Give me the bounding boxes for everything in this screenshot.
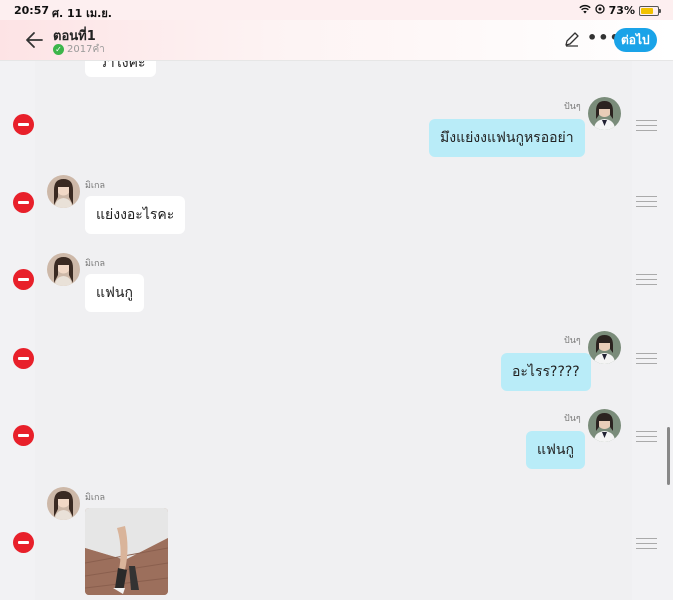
back-arrow-icon [26,32,43,48]
word-count: 2017คำ [67,44,105,55]
header: ตอนที่1 ✓ 2017คำ ••• ต่อไป [0,20,673,61]
status-bar: 20:57 ศ. 11 เม.ย. 73% [0,0,673,20]
delete-message-button[interactable] [13,114,34,135]
message-photo[interactable] [85,508,168,595]
message-bubble: มึงแย่งงแฟนกูหรออย่า [429,119,585,157]
drag-handle[interactable] [636,274,657,285]
status-time: 20:57 [14,4,50,17]
sender-name: ปันๆ [564,102,581,112]
avatar [588,97,621,130]
battery-icon [639,5,661,16]
location-icon [595,4,605,17]
delete-message-button[interactable] [13,269,34,290]
sender-name: ปันๆ [564,336,581,346]
battery-level [641,7,653,14]
battery-percent: 73% [608,4,635,17]
avatar [47,253,80,286]
message-bubble: แฟนกู [85,274,144,312]
message-bubble-partial: ว่าไงคะ [85,61,157,77]
avatar [47,175,80,208]
message-bubble: แฟนกู [526,431,585,469]
drag-handle[interactable] [636,353,657,364]
sender-name: มิเกล [85,259,105,269]
message-bubble: อะไรร???? [501,353,591,391]
wifi-icon [578,4,591,17]
header-subtitle: ✓ 2017คำ [53,42,105,57]
message-bubble: แย่งงอะไรคะ [85,196,186,234]
delete-message-button[interactable] [13,532,34,553]
check-icon: ✓ [53,44,64,55]
delete-message-button[interactable] [13,425,34,446]
drag-handle[interactable] [636,538,657,549]
drag-handle[interactable] [636,120,657,131]
drag-handle[interactable] [636,431,657,442]
avatar [47,487,80,520]
chat-content[interactable]: ว่าไงคะ ปันๆ มึงแย่งงแฟนกูหรออย่า มิเกล … [0,61,673,600]
sender-name: มิเกล [85,493,105,503]
edit-button[interactable] [563,30,581,48]
sender-name: มิเกล [85,181,105,191]
back-button[interactable] [24,29,46,51]
drag-handle[interactable] [636,196,657,207]
pencil-icon [565,32,579,47]
sender-name: ปันๆ [564,414,581,424]
avatar [588,409,621,442]
scrollbar[interactable] [667,427,670,485]
avatar [588,331,621,364]
status-indicators: 73% [578,4,661,17]
delete-message-button[interactable] [13,192,34,213]
next-button[interactable]: ต่อไป [614,28,657,52]
delete-message-button[interactable] [13,348,34,369]
